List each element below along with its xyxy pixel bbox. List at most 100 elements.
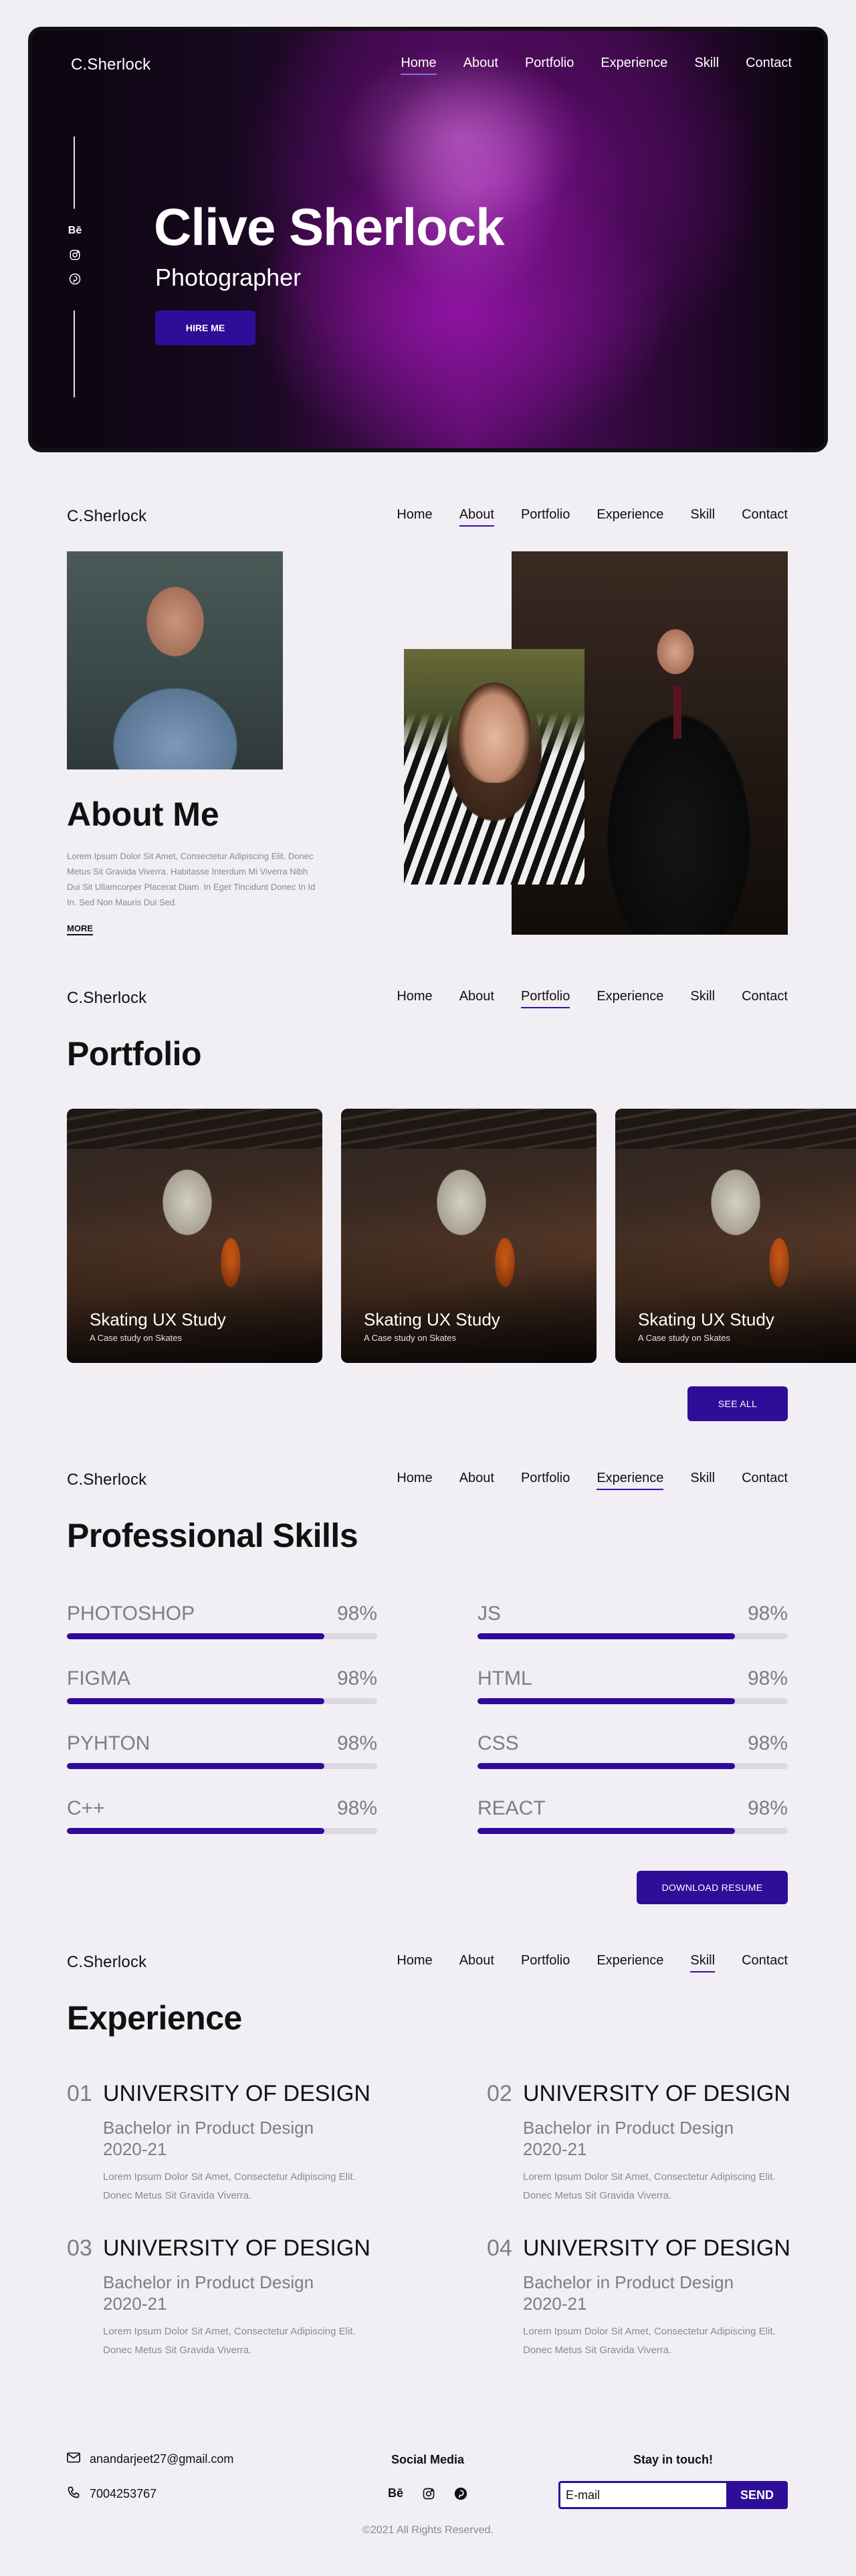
skill-percent: 98% <box>747 1797 788 1819</box>
nav-item-skill[interactable]: Skill <box>690 507 715 527</box>
experience-school: UNIVERSITY OF DESIGN <box>103 2081 370 2106</box>
experience-description: Lorem Ipsum Dolor Sit Amet, Consectetur … <box>103 2171 356 2201</box>
nav-item-contact[interactable]: Contact <box>742 507 788 527</box>
nav-item-experience[interactable]: Experience <box>601 56 667 75</box>
experience-number: 03 <box>67 2235 92 2261</box>
instagram-icon[interactable] <box>422 2487 435 2500</box>
skill-bar-fill <box>67 1633 325 1639</box>
nav-item-contact[interactable]: Contact <box>742 989 788 1008</box>
experience-degree: Bachelor in Product Design 2020-21 <box>103 2118 314 2159</box>
nav-item-portfolio[interactable]: Portfolio <box>521 1953 570 1972</box>
skill-row: REACT 98% <box>477 1797 788 1834</box>
skill-percent: 98% <box>747 1732 788 1754</box>
brand-logo[interactable]: C.Sherlock <box>67 1471 146 1489</box>
nav-item-skill[interactable]: Skill <box>690 1953 716 1972</box>
nav-item-about[interactable]: About <box>459 989 494 1008</box>
skill-bar <box>477 1633 788 1639</box>
brand-logo[interactable]: C.Sherlock <box>67 989 146 1008</box>
nav-item-contact[interactable]: Contact <box>746 56 792 75</box>
send-button[interactable]: SEND <box>726 2481 788 2509</box>
brand-logo[interactable]: C.Sherlock <box>71 56 150 74</box>
nav-item-home[interactable]: Home <box>397 1471 432 1490</box>
skill-row: PHOTOSHOP 98% <box>67 1602 377 1639</box>
skill-bar-fill <box>477 1828 736 1834</box>
experience-degree: Bachelor in Product Design 2020-21 <box>103 2272 314 2314</box>
experience-description: Lorem Ipsum Dolor Sit Amet, Consectetur … <box>523 2326 776 2356</box>
experience-number: 01 <box>67 2081 92 2106</box>
nav-item-home[interactable]: Home <box>397 989 432 1008</box>
nav-item-contact[interactable]: Contact <box>742 1471 788 1490</box>
nav-item-portfolio[interactable]: Portfolio <box>521 1471 570 1490</box>
skill-row: FIGMA 98% <box>67 1667 377 1704</box>
skill-bar <box>67 1763 377 1769</box>
nav-item-about[interactable]: About <box>459 1471 494 1490</box>
copyright-text: ©2021 All Rights Reserved. <box>362 2524 494 2536</box>
card-subtitle: A Case study on Skates <box>90 1333 183 1343</box>
hire-me-button[interactable]: HIRE ME <box>155 310 255 345</box>
portfolio-card[interactable]: Skating UX Study A Case study on Skates <box>615 1109 856 1363</box>
skill-percent: 98% <box>336 1732 377 1754</box>
nav-item-experience[interactable]: Experience <box>597 1953 663 1972</box>
experience-degree: Bachelor in Product Design 2020-21 <box>523 2272 734 2314</box>
nav-menu: Home About Portfolio Experience Skill Co… <box>397 1471 788 1490</box>
experience-school: UNIVERSITY OF DESIGN <box>523 2081 790 2106</box>
skills-title: Professional Skills <box>67 1517 358 1554</box>
nav-item-skill[interactable]: Skill <box>690 989 715 1008</box>
skill-row: PYHTON 98% <box>67 1732 377 1769</box>
hero-title: Clive Sherlock <box>154 197 505 256</box>
nav-item-experience[interactable]: Experience <box>597 989 663 1008</box>
nav-item-home[interactable]: Home <box>397 1953 432 1972</box>
about-photo-man <box>67 551 283 769</box>
nav-item-skill[interactable]: Skill <box>694 56 719 75</box>
skill-bar-fill <box>67 1763 325 1769</box>
brand-logo[interactable]: C.Sherlock <box>67 1953 146 1972</box>
card-title: Skating UX Study <box>638 1309 774 1329</box>
brand-logo[interactable]: C.Sherlock <box>67 507 146 526</box>
more-link[interactable]: MORE <box>67 923 93 935</box>
skill-percent: 98% <box>747 1602 788 1625</box>
newsletter-email-input[interactable] <box>558 2481 726 2509</box>
nav-item-home[interactable]: Home <box>401 56 437 75</box>
nav-item-portfolio[interactable]: Portfolio <box>525 56 574 75</box>
behance-icon[interactable]: Bē <box>68 225 82 237</box>
experience-number: 04 <box>487 2235 512 2261</box>
portfolio-title: Portfolio <box>67 1035 202 1073</box>
nav-item-portfolio[interactable]: Portfolio <box>520 989 570 1008</box>
hero-section: C.Sherlock Home About Portfolio Experien… <box>28 27 828 452</box>
skill-bar <box>477 1698 788 1704</box>
skill-percent: 98% <box>336 1667 377 1689</box>
nav-item-about[interactable]: About <box>459 507 494 527</box>
behance-icon[interactable]: Bē <box>388 2486 403 2500</box>
nav-item-experience[interactable]: Experience <box>597 1471 664 1490</box>
nav-item-home[interactable]: Home <box>397 507 432 527</box>
experience-description: Lorem Ipsum Dolor Sit Amet, Consectetur … <box>523 2171 776 2201</box>
hero-subtitle: Photographer <box>155 264 302 291</box>
skill-name: C++ <box>67 1797 105 1819</box>
experience-item: 04 UNIVERSITY OF DESIGN Bachelor in Prod… <box>487 2235 808 2369</box>
skill-bar-fill <box>477 1763 736 1769</box>
mail-icon <box>67 2452 80 2466</box>
skill-name: FIGMA <box>67 1667 130 1689</box>
nav-item-skill[interactable]: Skill <box>690 1471 715 1490</box>
pinterest-icon[interactable] <box>454 2487 467 2500</box>
nav-item-about[interactable]: About <box>463 56 498 75</box>
nav-item-contact[interactable]: Contact <box>742 1953 788 1972</box>
footer-email-text: anandarjeet27@gmail.com <box>90 2452 234 2466</box>
experience-item: 01 UNIVERSITY OF DESIGN Bachelor in Prod… <box>67 2081 388 2215</box>
skill-bar-fill <box>477 1633 736 1639</box>
portfolio-card[interactable]: Skating UX Study A Case study on Skates <box>341 1109 597 1363</box>
card-subtitle: A Case study on Skates <box>364 1333 457 1343</box>
pinterest-icon[interactable] <box>69 273 81 285</box>
see-all-button[interactable]: SEE ALL <box>687 1386 788 1421</box>
instagram-icon[interactable] <box>69 249 81 261</box>
nav-item-experience[interactable]: Experience <box>597 507 663 527</box>
skill-bar <box>67 1828 377 1834</box>
portfolio-card[interactable]: Skating UX Study A Case study on Skates <box>67 1109 322 1363</box>
nav-item-portfolio[interactable]: Portfolio <box>521 507 570 527</box>
card-subtitle: A Case study on Skates <box>638 1333 731 1343</box>
footer-phone[interactable]: 7004253767 <box>67 2486 156 2502</box>
footer-email[interactable]: anandarjeet27@gmail.com <box>67 2452 233 2466</box>
skill-name: HTML <box>477 1667 532 1689</box>
nav-item-about[interactable]: About <box>459 1953 494 1972</box>
download-resume-button[interactable]: DOWNLOAD RESUME <box>637 1871 788 1904</box>
